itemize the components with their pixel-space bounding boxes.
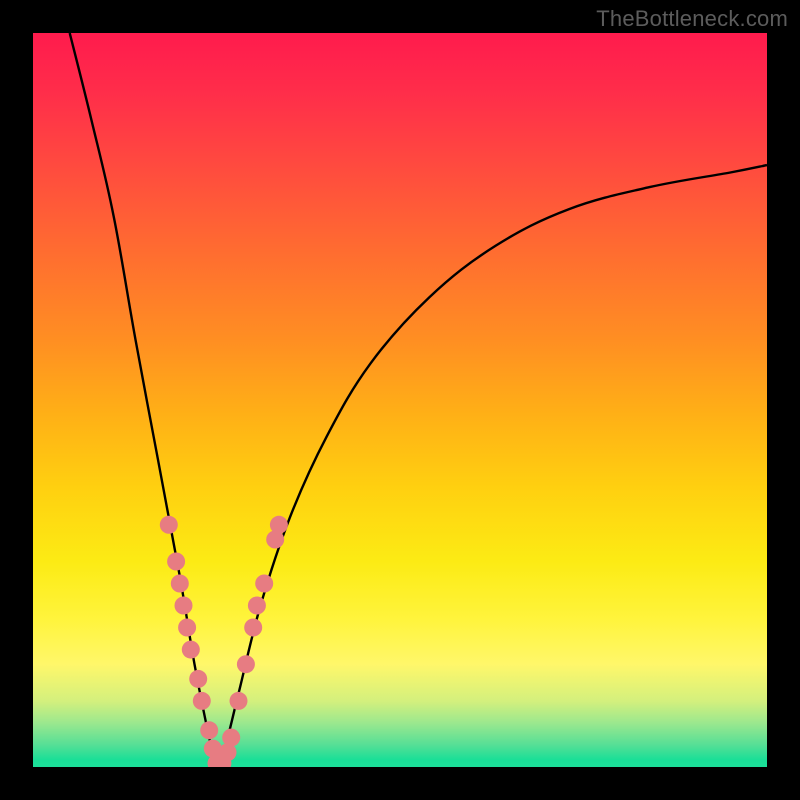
data-point <box>244 619 262 637</box>
chart-svg <box>33 33 767 767</box>
data-point <box>200 721 218 739</box>
bottleneck-curve <box>70 33 767 767</box>
data-point <box>222 729 240 747</box>
data-point <box>270 516 288 534</box>
data-point <box>171 575 189 593</box>
data-points <box>160 516 288 767</box>
data-point <box>248 597 266 615</box>
data-point <box>167 553 185 571</box>
data-point <box>189 670 207 688</box>
watermark-text: TheBottleneck.com <box>596 6 788 32</box>
data-point <box>255 575 273 593</box>
data-point <box>237 655 255 673</box>
data-point <box>182 641 200 659</box>
chart-frame <box>33 33 767 767</box>
data-point <box>230 692 248 710</box>
data-point <box>175 597 193 615</box>
data-point <box>178 619 196 637</box>
data-point <box>160 516 178 534</box>
data-point <box>193 692 211 710</box>
